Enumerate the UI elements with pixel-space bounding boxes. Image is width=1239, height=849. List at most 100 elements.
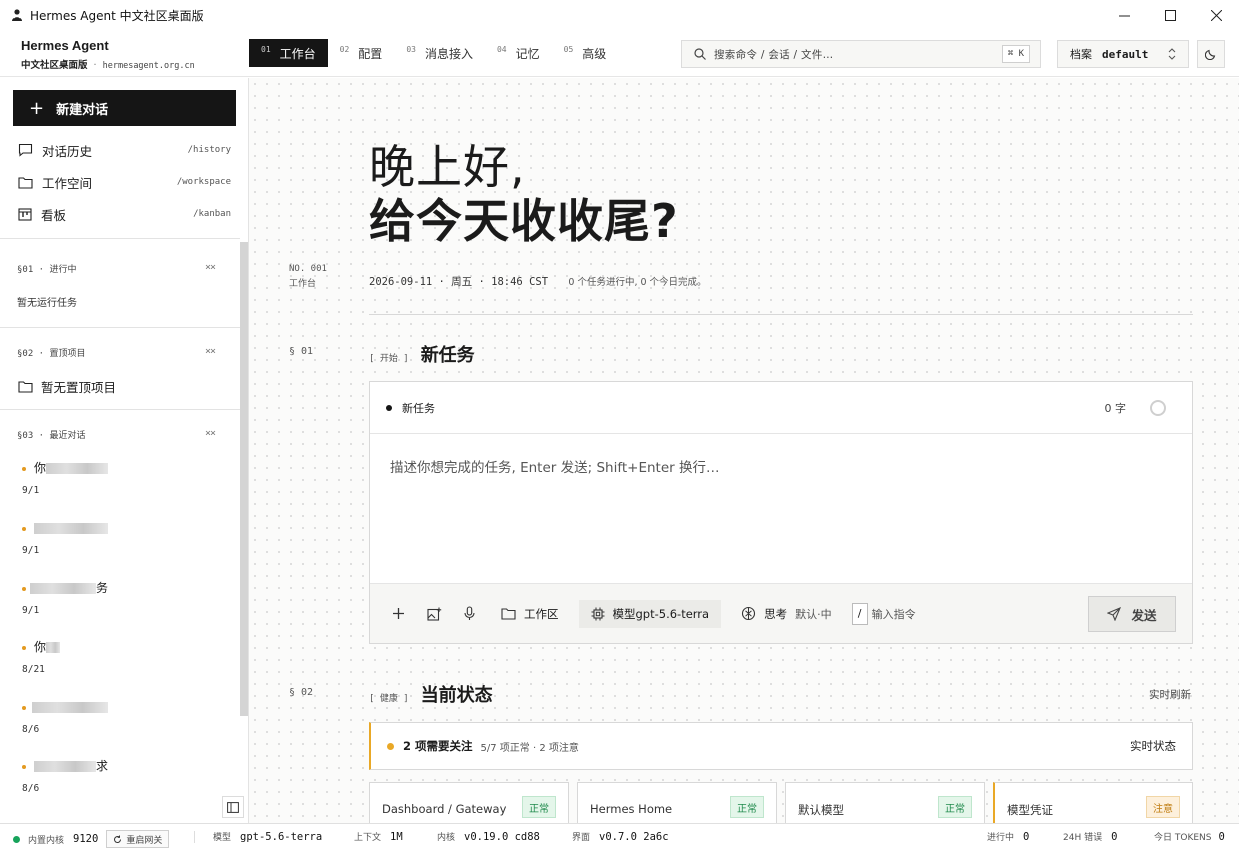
model-value: gpt-5.6-terra <box>240 830 323 843</box>
running-count: 进行中 0 <box>987 830 1029 844</box>
issue-number: NO. 001 工作台 <box>289 262 327 292</box>
voice-button[interactable] <box>464 606 475 621</box>
search-shortcut: ⌘ K <box>1001 45 1030 63</box>
brand-separator: · <box>93 60 97 71</box>
status-bar: 内置内核 9120 重启网关 模型 gpt-5.6-terra 上下文 1M 内… <box>0 823 1239 849</box>
status-card-name: 默认模型 <box>798 803 844 817</box>
section-number: § 02 <box>289 687 314 698</box>
pinned-clear-button[interactable]: ×× <box>205 346 216 357</box>
running-section-header: §01 · 进行中 ×× <box>17 262 216 275</box>
composer-title: 新任务 <box>402 401 435 415</box>
context-value: 1M <box>390 830 403 843</box>
char-count: 0 字 <box>1104 401 1127 415</box>
tab-label: 消息接入 <box>424 46 473 61</box>
gateway-label: 内置内核 <box>28 835 65 846</box>
sidebar-scrollbar[interactable] <box>240 242 248 716</box>
workspace-button[interactable]: 工作区 <box>501 606 559 622</box>
tab-advanced[interactable]: 05 高级 <box>552 39 619 67</box>
kanban-icon <box>18 207 32 221</box>
model-selector[interactable]: 模型 gpt-5.6-terra <box>578 599 722 628</box>
microphone-icon <box>464 606 475 620</box>
section-tag: [ 健康 ] <box>369 694 409 704</box>
model-label: 模型 <box>213 833 232 843</box>
status-badge: 正常 <box>730 796 764 818</box>
sidebar-item-kanban[interactable]: 看板 /kanban <box>0 198 248 230</box>
collapse-sidebar-button[interactable] <box>222 796 244 818</box>
status-card-name: Hermes Home <box>590 802 673 816</box>
tab-label: 配置 <box>358 46 383 61</box>
running-empty-text: 暂无运行任务 <box>17 298 77 309</box>
theme-toggle-button[interactable] <box>1197 40 1225 68</box>
sidebar-item-path: /history <box>187 145 231 155</box>
section-title: [ 开始 ] 新任务 <box>369 341 475 367</box>
plus-icon <box>393 608 404 619</box>
search-icon <box>694 48 706 60</box>
kernel-value: v0.19.0 cd88 <box>464 830 540 843</box>
divider <box>0 327 240 328</box>
tab-messaging[interactable]: 03 消息接入 <box>394 39 485 67</box>
greeting-line-1: 晚上好, <box>369 140 526 194</box>
redacted-title <box>34 523 108 534</box>
maximize-button[interactable] <box>1147 0 1193 30</box>
tokens-value: 0 <box>1218 830 1225 843</box>
close-window-button[interactable] <box>1193 0 1239 30</box>
restart-gateway-button[interactable]: 重启网关 <box>106 830 170 848</box>
brand-name: Hermes Agent <box>21 38 109 53</box>
composer-header: 新任务 0 字 <box>370 382 1192 434</box>
tab-config[interactable]: 02 配置 <box>328 39 395 67</box>
new-task-composer: 新任务 0 字 工作区 模型 gpt-5.6-terra <box>369 381 1193 644</box>
running-clear-button[interactable]: ×× <box>205 262 216 273</box>
folder-icon <box>18 176 33 189</box>
tab-number: 01 <box>261 44 271 54</box>
running-section-title: §01 · 进行中 <box>17 265 77 275</box>
title-bar: Hermes Agent 中文社区桌面版 <box>0 0 1239 30</box>
status-card-home[interactable]: Hermes Home 正常 <box>577 782 777 823</box>
ui-version-status: 界面 v0.7.0 2a6c <box>572 830 669 844</box>
new-chat-button[interactable]: + 新建对话 <box>13 90 236 126</box>
redacted-title <box>46 463 108 474</box>
command-label: 输入指令 <box>871 607 916 621</box>
profile-label: 档案 <box>1070 48 1092 61</box>
online-dot <box>13 835 20 843</box>
date-meta: 2026-09-11 · 周五 · 18:46 CST 0 个任务进行中, 0 … <box>369 274 707 289</box>
image-button[interactable] <box>427 607 442 621</box>
gateway-status: 内置内核 9120 重启网关 <box>13 830 170 848</box>
tab-memory[interactable]: 04 记忆 <box>485 39 552 67</box>
status-badge: 正常 <box>938 796 972 818</box>
command-search[interactable]: 搜索命令 / 会话 / 文件… ⌘ K <box>681 40 1041 68</box>
status-card-credentials[interactable]: 模型凭证 注意 <box>993 782 1193 823</box>
task-input[interactable] <box>370 435 1192 583</box>
recent-date: 9/1 <box>22 605 40 616</box>
recent-clear-button[interactable]: ×× <box>205 428 216 439</box>
thinking-selector[interactable]: 思考 默认·中 <box>741 606 832 622</box>
divider <box>0 238 240 239</box>
think-value: 默认·中 <box>795 607 832 621</box>
profile-select[interactable]: 档案 default <box>1057 40 1189 68</box>
tab-workbench[interactable]: 01 工作台 <box>249 39 328 67</box>
moon-icon <box>1205 49 1216 60</box>
sidebar-item-history[interactable]: 对话历史 /history <box>0 134 248 166</box>
pinned-empty-text: 暂无置顶项目 <box>41 380 117 395</box>
tab-number: 05 <box>563 44 574 54</box>
attention-status: 实时状态 <box>1130 739 1176 753</box>
command-button[interactable]: / 输入指令 <box>851 602 916 625</box>
send-button[interactable]: 发送 <box>1088 596 1176 632</box>
plus-icon: + <box>29 97 45 119</box>
status-card-gateway[interactable]: Dashboard / Gateway 正常 <box>369 782 569 823</box>
pinned-empty: 暂无置顶项目 <box>18 377 116 396</box>
maximize-icon <box>1164 9 1176 21</box>
live-refresh-link[interactable]: 实时刷新 <box>1149 687 1191 702</box>
app-header: Hermes Agent 中文社区桌面版 · hermesagent.org.c… <box>0 30 1239 77</box>
gateway-port: 9120 <box>73 833 99 845</box>
recent-title: 务 <box>96 581 109 595</box>
status-card-default-model[interactable]: 默认模型 正常 <box>785 782 985 823</box>
folder-icon <box>18 381 33 393</box>
minimize-button[interactable] <box>1101 0 1147 30</box>
image-add-icon <box>427 607 442 621</box>
model-status: 模型 gpt-5.6-terra <box>213 830 323 844</box>
divider <box>0 409 240 410</box>
ui-label: 界面 <box>572 833 591 843</box>
attach-button[interactable] <box>392 607 405 620</box>
chat-bubble-icon <box>18 143 33 157</box>
sidebar-item-workspace[interactable]: 工作空间 /workspace <box>0 166 248 198</box>
